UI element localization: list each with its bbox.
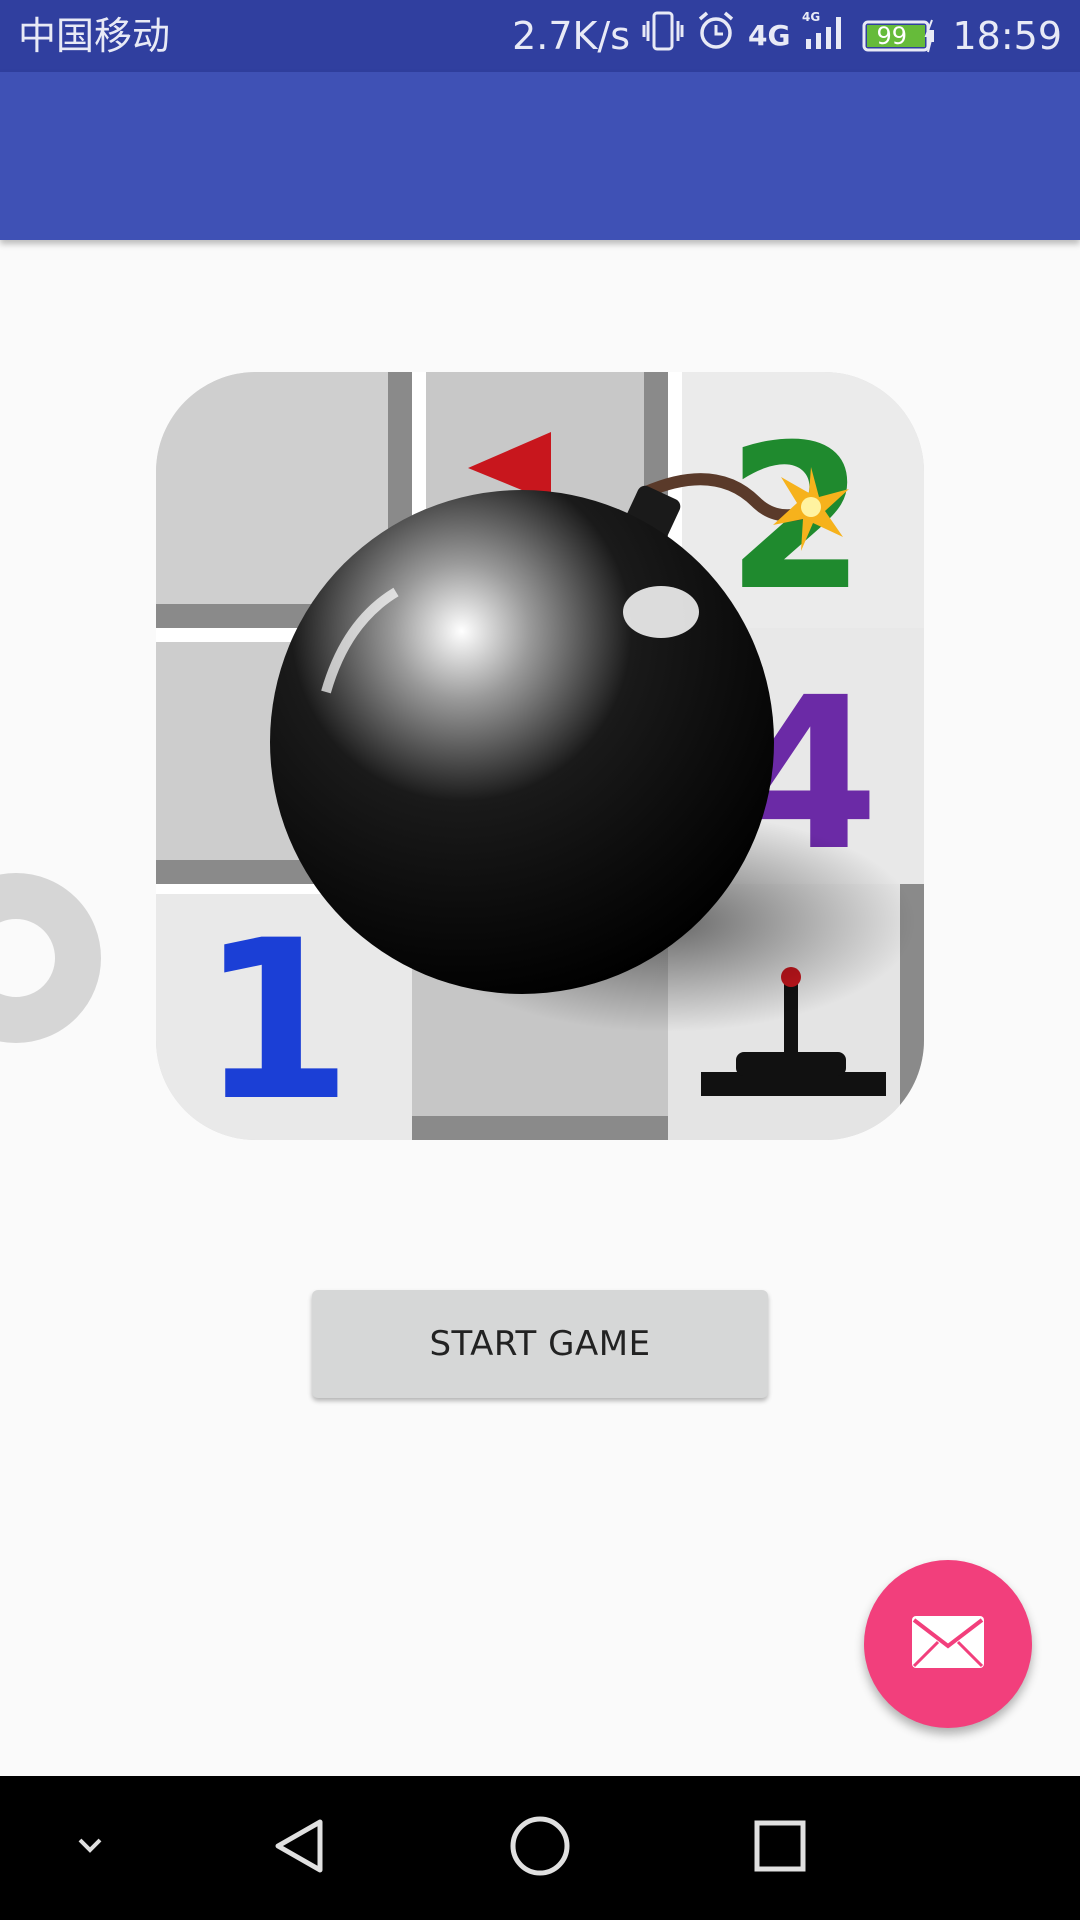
minesweeper-logo-image: 2 4 1 (156, 372, 924, 1140)
network-speed: 2.7K/s (512, 14, 631, 58)
nav-back-button[interactable] (250, 1798, 350, 1898)
nav-home-button[interactable] (490, 1798, 590, 1898)
app-bar (0, 72, 1080, 240)
network-4g-icon: 4G (748, 19, 791, 52)
chevron-down-icon (70, 1826, 110, 1870)
svg-text:4G: 4G (802, 10, 820, 24)
home-circle-icon (508, 1814, 572, 1882)
nav-hide-button[interactable] (40, 1798, 140, 1898)
back-triangle-icon (270, 1816, 330, 1880)
nav-recents-button[interactable] (730, 1798, 830, 1898)
start-game-button[interactable]: START GAME (312, 1290, 768, 1398)
battery-icon: 99 (862, 16, 940, 56)
vibrate-icon (642, 9, 684, 64)
carrier-name: 中国移动 (18, 14, 171, 58)
recents-square-icon (752, 1818, 808, 1878)
status-time: 18:59 (952, 14, 1062, 58)
number-one-tile: 1 (199, 893, 352, 1140)
fab-mail-button[interactable] (864, 1560, 1032, 1728)
signal-icon: 4G (802, 9, 850, 64)
status-bar: 中国移动 2.7K/s 4G 4G 99 18:59 (0, 0, 1080, 72)
battery-level: 99 (876, 22, 908, 50)
alarm-icon (696, 9, 736, 64)
floating-ball-overlay[interactable] (0, 872, 102, 1044)
system-navigation-bar (0, 1776, 1080, 1920)
status-icons: 2.7K/s 4G 4G 99 18:59 (512, 10, 1062, 60)
mail-icon (910, 1614, 986, 1674)
